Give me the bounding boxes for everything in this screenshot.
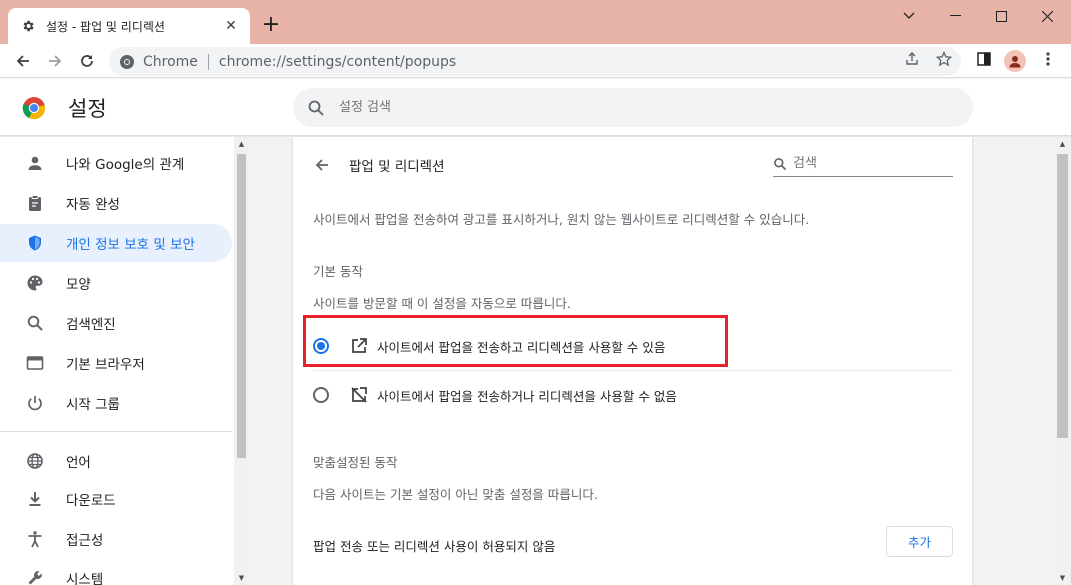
omnibox-separator (207, 53, 209, 70)
clipboard-icon (24, 192, 46, 214)
person-icon (24, 152, 46, 174)
sidebar-scrollbar[interactable]: ▲ ▼ (234, 137, 249, 585)
settings-sidebar: 나와 Google의 관계 자동 완성 개인 정보 보호 및 보안 모양 검색엔… (0, 137, 249, 585)
sidebar-item-label: 시스템 (66, 572, 104, 585)
sidebar-item-label: 나와 Google의 관계 (66, 157, 185, 173)
not-allowed-label: 팝업 전송 또는 리디렉션 사용이 허용되지 않음 (313, 539, 556, 554)
minimize-caret-icon[interactable] (886, 0, 932, 32)
more-menu-icon[interactable] (1039, 50, 1057, 68)
shield-icon (24, 232, 46, 254)
search-icon (24, 312, 46, 334)
page-search-box[interactable] (773, 151, 953, 177)
title-bar: 설정 - 팝업 및 리디렉션 ✕ + (0, 0, 1071, 44)
sidebar-item-label: 언어 (66, 455, 91, 471)
sidebar-item-label: 다운로드 (66, 493, 116, 509)
sidebar-item-privacy-security[interactable]: 개인 정보 보호 및 보안 (0, 224, 232, 262)
sidebar-item-system[interactable]: 시스템 (0, 559, 232, 585)
back-arrow-icon[interactable] (11, 49, 35, 73)
custom-behavior-description: 다음 사이트는 기본 설정이 아닌 맞춤 설정을 따릅니다. (313, 487, 598, 502)
back-arrow-icon[interactable] (311, 154, 333, 176)
sidebar-item-default-browser[interactable]: 기본 브라우저 (0, 344, 232, 382)
globe-icon (24, 450, 46, 472)
chrome-icon (120, 54, 134, 69)
sidebar-item-label: 기본 브라우저 (66, 357, 145, 373)
sidebar-item-you-and-google[interactable]: 나와 Google의 관계 (0, 144, 232, 182)
option-label: 사이트에서 팝업을 전송하거나 리디렉션을 사용할 수 없음 (377, 388, 677, 404)
annotation-highlight-box (303, 315, 728, 367)
tab-title: 설정 - 팝업 및 리디렉션 (46, 19, 165, 34)
option-block-popups[interactable]: 사이트에서 팝업을 전송하거나 리디렉션을 사용할 수 없음 (293, 370, 972, 420)
sidebar-item-label: 자동 완성 (66, 197, 120, 213)
main-scrollbar[interactable]: ▲ ▼ (1054, 137, 1071, 585)
side-panel-icon[interactable] (975, 50, 993, 68)
forward-arrow-icon[interactable] (43, 49, 67, 73)
close-tab-icon[interactable]: ✕ (222, 17, 240, 35)
sidebar-item-search-engine[interactable]: 검색엔진 (0, 304, 232, 342)
bookmark-star-icon[interactable] (935, 50, 953, 68)
sidebar-item-autofill[interactable]: 자동 완성 (0, 184, 232, 222)
search-icon (774, 157, 787, 170)
sidebar-item-label: 개인 정보 보호 및 보안 (66, 237, 195, 253)
add-site-button[interactable]: 추가 (886, 526, 953, 557)
sidebar-item-label: 시작 그룹 (66, 397, 120, 413)
sidebar-item-accessibility[interactable]: 접근성 (0, 520, 232, 558)
page-title: 팝업 및 리디렉션 (349, 159, 445, 175)
address-bar[interactable]: Chrome chrome://settings/content/popups (109, 47, 961, 76)
sidebar-item-label: 검색엔진 (66, 317, 116, 333)
search-icon (308, 100, 324, 116)
default-behavior-description: 사이트를 방문할 때 이 설정을 자동으로 따릅니다. (313, 296, 571, 311)
new-tab-button[interactable]: + (260, 14, 282, 36)
sidebar-item-label: 접근성 (66, 533, 104, 549)
accessibility-icon (24, 528, 46, 550)
chrome-chip: Chrome (143, 53, 198, 70)
radio-block[interactable] (313, 387, 329, 403)
scroll-down-arrow-icon[interactable]: ▼ (1054, 571, 1071, 585)
chrome-logo-icon (22, 97, 45, 120)
settings-search-input[interactable] (339, 100, 839, 115)
sidebar-item-on-startup[interactable]: 시작 그룹 (0, 384, 232, 422)
palette-icon (24, 272, 46, 294)
page-search-input[interactable] (793, 156, 943, 171)
download-icon (24, 488, 46, 510)
default-behavior-heading: 기본 동작 (313, 264, 363, 279)
profile-avatar-icon[interactable] (1004, 50, 1026, 72)
share-icon[interactable] (903, 50, 921, 68)
custom-behavior-heading: 맞춤설정된 동작 (313, 455, 398, 470)
sidebar-item-languages[interactable]: 언어 (0, 442, 232, 480)
url-text[interactable]: chrome://settings/content/popups (219, 54, 456, 70)
wrench-icon (24, 567, 46, 585)
main-scroll-thumb[interactable] (1057, 154, 1068, 438)
scroll-down-arrow-icon[interactable]: ▼ (234, 571, 249, 585)
reload-icon[interactable] (75, 49, 99, 73)
close-window-icon[interactable] (1024, 0, 1070, 32)
browser-toolbar: Chrome chrome://settings/content/popups (0, 44, 1071, 78)
gear-icon (20, 18, 36, 34)
popup-blocked-icon (349, 385, 369, 405)
settings-title: 설정 (68, 97, 107, 121)
sidebar-scroll-thumb[interactable] (237, 154, 246, 458)
settings-header: 설정 (0, 79, 1071, 136)
scroll-up-arrow-icon[interactable]: ▲ (1054, 137, 1071, 151)
sidebar-item-appearance[interactable]: 모양 (0, 264, 232, 302)
maximize-icon[interactable] (978, 0, 1024, 32)
sidebar-item-label: 모양 (66, 277, 91, 293)
page-description: 사이트에서 팝업을 전송하여 광고를 표시하거나, 원치 않는 웹사이트로 리디… (313, 212, 810, 227)
settings-search-box[interactable] (293, 88, 973, 127)
browser-icon (24, 352, 46, 374)
power-icon (24, 392, 46, 414)
scroll-up-arrow-icon[interactable]: ▲ (234, 137, 249, 151)
active-tab[interactable]: 설정 - 팝업 및 리디렉션 ✕ (8, 8, 250, 44)
sidebar-divider (0, 431, 232, 432)
minimize-icon[interactable] (932, 0, 978, 32)
sidebar-item-downloads[interactable]: 다운로드 (0, 480, 232, 518)
